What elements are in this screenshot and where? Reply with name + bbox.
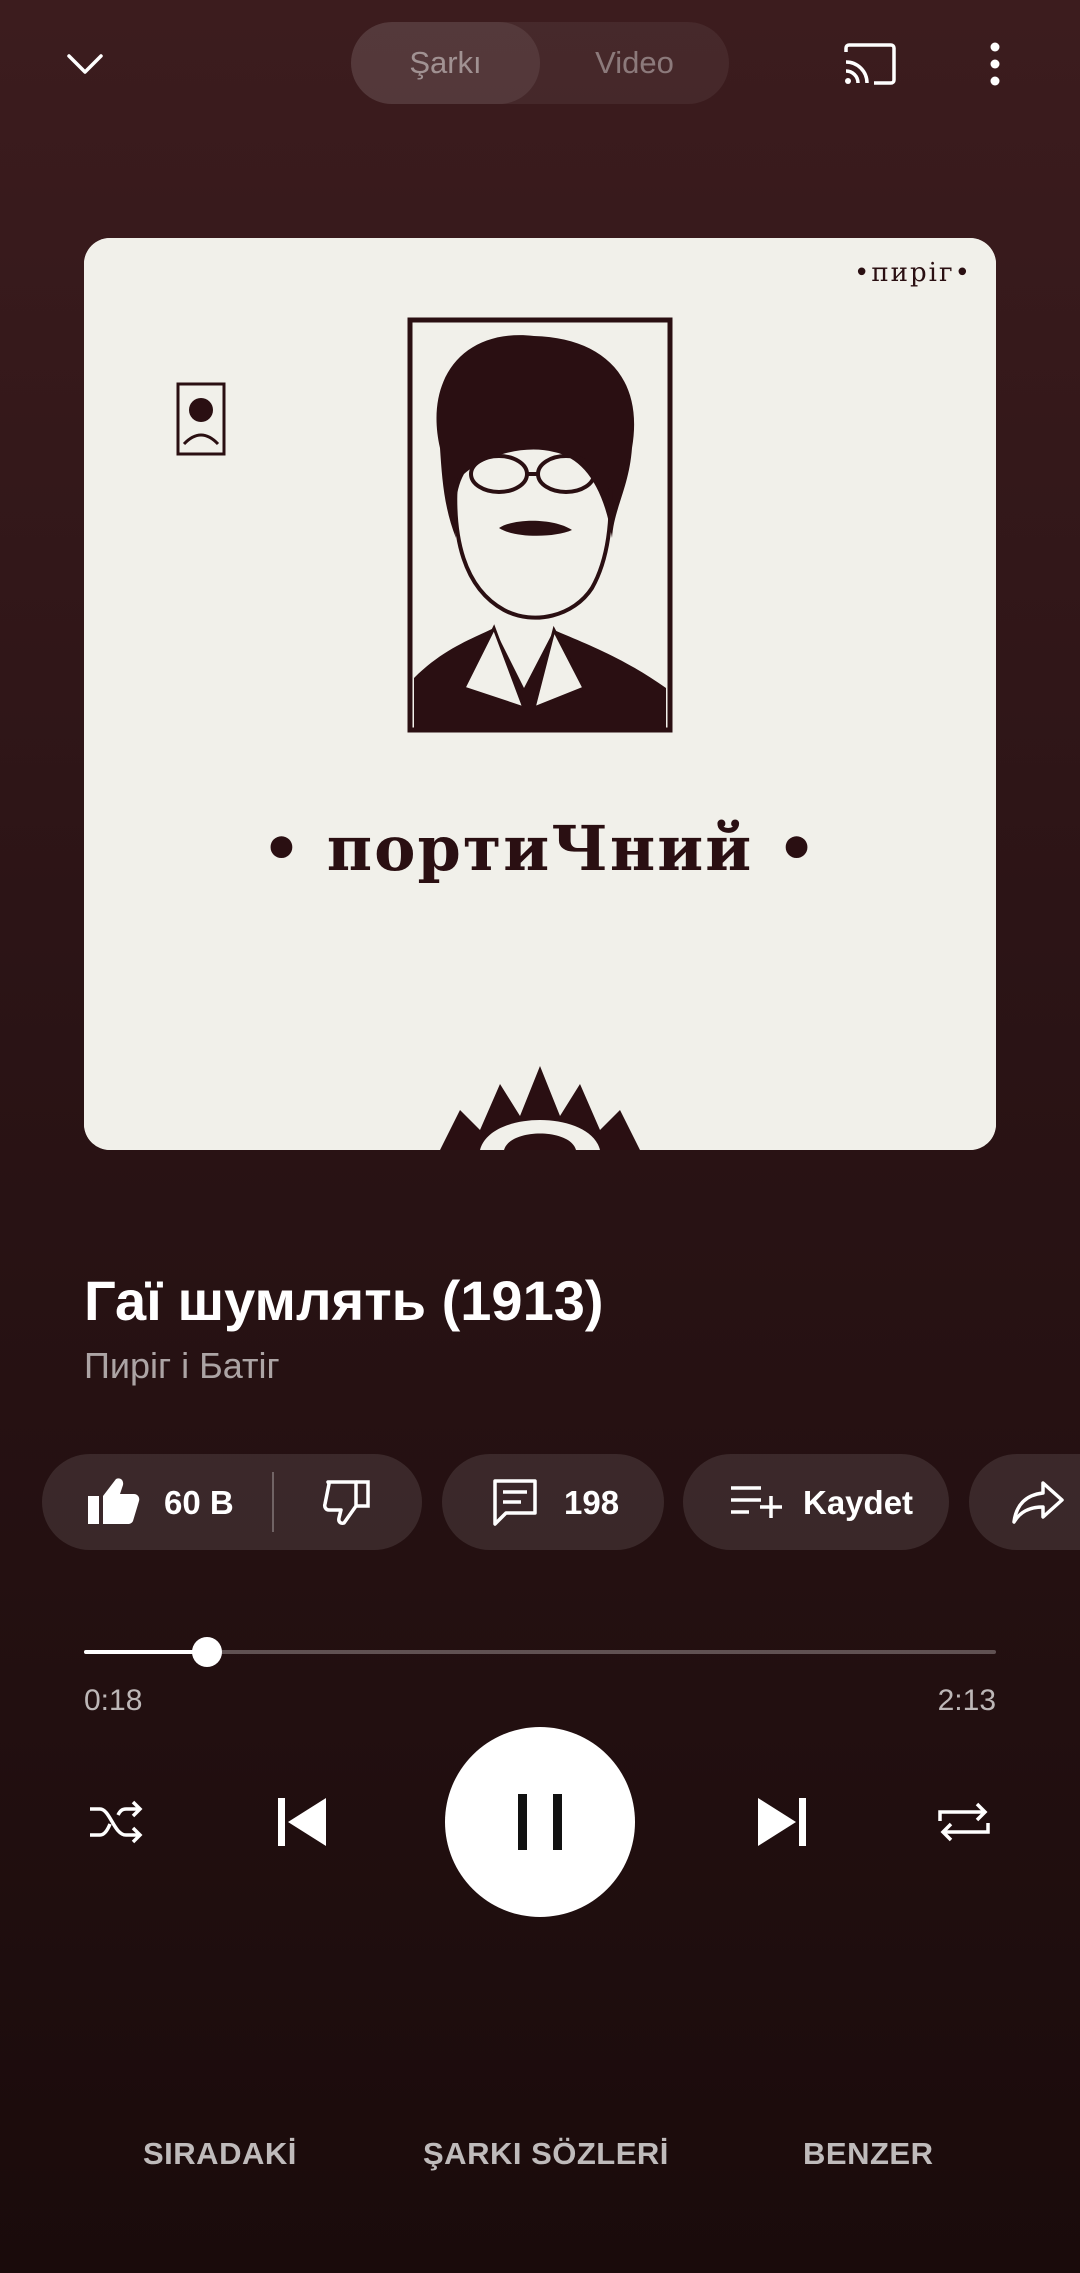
comments-button[interactable]: 198 [442,1454,664,1550]
album-art-illustration [84,238,996,1150]
cast-icon [844,43,896,85]
share-icon [1012,1481,1064,1524]
dislike-button[interactable] [274,1454,422,1550]
skip-previous-icon [278,1798,326,1846]
album-title-lettering: • портиЧний • [261,812,819,885]
skip-next-icon [758,1798,806,1846]
tab-up-next[interactable]: SIRADAKİ [143,2136,297,2172]
playlist-add-icon [731,1486,782,1518]
next-button[interactable] [732,1772,832,1872]
like-button[interactable]: 60 B [42,1454,272,1550]
album-art: •пиріг• • портиЧний • [84,238,996,1150]
chevron-down-icon [67,54,103,74]
like-count: 60 B [164,1484,234,1521]
pause-icon [518,1794,562,1850]
shuffle-icon [90,1800,143,1844]
current-time: 0:18 [84,1684,143,1717]
previous-button[interactable] [252,1772,352,1872]
tab-lyrics[interactable]: ŞARKI SÖZLERİ [423,2136,669,2172]
thumb-up-icon [88,1478,140,1524]
song-video-toggle: Şarkı Video [351,22,729,104]
progress-fill [84,1650,207,1654]
tab-song[interactable]: Şarkı [351,22,540,104]
share-button[interactable] [969,1454,1080,1550]
more-vert-icon [990,42,1000,86]
comment-count: 198 [564,1484,620,1521]
save-label: Kaydet [803,1484,914,1521]
duration: 2:13 [937,1684,996,1717]
progress-thumb[interactable] [192,1637,222,1667]
thumb-down-icon [323,1480,370,1525]
comment-icon [493,1479,537,1526]
tab-related[interactable]: BENZER [803,2136,933,2172]
more-options-button[interactable] [955,24,1035,104]
track-title: Гаї шумлять (1913) [84,1269,604,1332]
shuffle-button[interactable] [76,1782,156,1862]
collapse-button[interactable] [40,24,130,104]
pause-button[interactable] [445,1727,635,1917]
like-dislike-group: 60 B [42,1454,422,1550]
cast-button[interactable] [830,24,910,104]
save-button[interactable]: Kaydet [683,1454,949,1550]
track-artist[interactable]: Пиріг і Батіг [84,1345,280,1387]
album-band-label: •пиріг• [854,258,972,288]
repeat-button[interactable] [924,1782,1004,1862]
tab-video[interactable]: Video [540,22,729,104]
repeat-icon [938,1802,990,1842]
